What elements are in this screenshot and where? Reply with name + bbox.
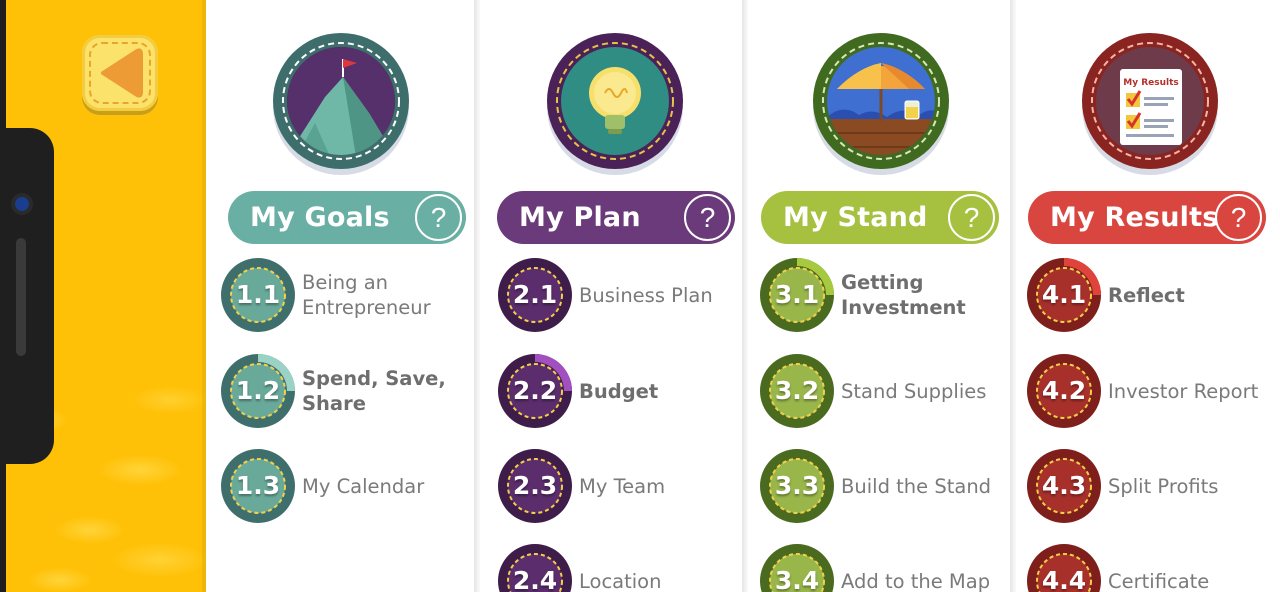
lesson-3-4[interactable]: 3.4 Add to the Map [759, 543, 1009, 592]
lesson-number: 4.4 [1041, 565, 1087, 592]
lesson-number: 4.3 [1041, 470, 1087, 500]
lesson-badge: 3.2 [759, 353, 835, 429]
lesson-badge: 4.4 [1026, 543, 1102, 592]
plan-title-pill: My Plan ? [497, 191, 735, 244]
lesson-label: My Team [579, 474, 666, 498]
lesson-number: 3.4 [774, 565, 820, 592]
lesson-badge: 1.3 [220, 448, 296, 524]
goals-badge[interactable] [273, 33, 409, 169]
lesson-label: Split Profits [1108, 474, 1219, 498]
lesson-number: 3.3 [774, 470, 820, 500]
device-speaker [16, 238, 26, 356]
lesson-number: 2.4 [512, 565, 558, 592]
section-title: My Stand [783, 202, 928, 233]
lesson-label: Stand Supplies [841, 379, 987, 403]
goals-title-pill: My Goals ? [228, 191, 466, 244]
lesson-1-3[interactable]: 1.3 My Calendar [220, 448, 470, 524]
lesson-label: My Calendar [302, 474, 425, 498]
results-badge-text: My Results [1123, 78, 1179, 88]
lesson-label: Location [579, 569, 662, 592]
lesson-badge: 2.4 [497, 543, 573, 592]
lesson-badge: 3.1 [759, 257, 835, 333]
lightbulb-icon [547, 33, 683, 169]
lesson-number: 2.1 [512, 279, 558, 309]
lesson-number: 1.2 [235, 375, 281, 405]
lesson-number: 2.2 [512, 375, 558, 405]
back-button[interactable] [82, 35, 158, 111]
lesson-number: 1.3 [235, 470, 281, 500]
lesson-4-3[interactable]: 4.3 Split Profits [1026, 448, 1276, 524]
lesson-label: Reflect [1108, 283, 1185, 307]
lesson-2-2[interactable]: 2.2 Budget [497, 353, 747, 429]
lesson-badge: 1.2 [220, 353, 296, 429]
lesson-4-1[interactable]: 4.1 Reflect [1026, 257, 1276, 333]
lesson-2-3[interactable]: 2.3 My Team [497, 448, 747, 524]
plan-help-button[interactable]: ? [684, 194, 731, 241]
lesson-number: 4.1 [1041, 279, 1087, 309]
lesson-badge: 2.3 [497, 448, 573, 524]
lesson-number: 2.3 [512, 470, 558, 500]
lesson-number: 1.1 [235, 279, 281, 309]
results-badge[interactable]: My Results [1082, 33, 1218, 169]
lesson-4-4[interactable]: 4.4 Certificate [1026, 543, 1276, 592]
lesson-badge: 2.1 [497, 257, 573, 333]
lesson-2-4[interactable]: 2.4 Location [497, 543, 747, 592]
lesson-label: Certificate [1108, 569, 1210, 592]
lesson-number: 3.2 [774, 375, 820, 405]
lesson-2-1[interactable]: 2.1 Business Plan [497, 257, 747, 333]
section-results: My Results My Results ? 4.1 Reflect 4.2 … [1016, 0, 1280, 592]
umbrella-stand-icon [813, 33, 949, 169]
lesson-label: Spend, Save, Share [302, 367, 446, 415]
lesson-3-1[interactable]: 3.1 Getting Investment [759, 257, 1009, 333]
results-help-button[interactable]: ? [1215, 194, 1262, 241]
lesson-1-2[interactable]: 1.2 Spend, Save, Share [220, 353, 470, 429]
lesson-label: Business Plan [579, 283, 713, 307]
section-plan: My Plan ? 2.1 Business Plan 2.2 Budget 2… [480, 0, 742, 592]
section-stand: My Stand ? 3.1 Getting Investment 3.2 St… [748, 0, 1010, 592]
lesson-label: Investor Report [1108, 379, 1259, 403]
device-notch [0, 128, 54, 464]
lesson-badge: 3.3 [759, 448, 835, 524]
lesson-label: Build the Stand [841, 474, 992, 498]
lesson-badge: 2.2 [497, 353, 573, 429]
section-title: My Goals [250, 202, 390, 233]
stand-title-pill: My Stand ? [761, 191, 999, 244]
lesson-badge: 3.4 [759, 543, 835, 592]
lesson-badge: 1.1 [220, 257, 296, 333]
stand-help-button[interactable]: ? [948, 194, 995, 241]
lesson-3-3[interactable]: 3.3 Build the Stand [759, 448, 1009, 524]
lesson-number: 3.1 [774, 279, 820, 309]
lesson-badge: 4.1 [1026, 257, 1102, 333]
section-title: My Results [1050, 202, 1219, 233]
section-goals: My Goals ? 1.1 Being an Entrepreneur 1.2… [206, 0, 474, 592]
stand-badge[interactable] [813, 33, 949, 169]
mountain-flag-icon [273, 33, 409, 169]
triangle-left-icon [101, 48, 143, 98]
results-checklist-icon: My Results [1082, 33, 1218, 169]
camera-icon [11, 193, 33, 215]
lesson-badge: 4.3 [1026, 448, 1102, 524]
section-title: My Plan [519, 202, 641, 233]
lesson-4-2[interactable]: 4.2 Investor Report [1026, 353, 1276, 429]
lesson-label: Getting Investment [841, 271, 966, 319]
lesson-3-2[interactable]: 3.2 Stand Supplies [759, 353, 1009, 429]
lesson-label: Add to the Map [841, 569, 991, 592]
results-title-pill: My Results ? [1028, 191, 1266, 244]
goals-help-button[interactable]: ? [415, 194, 462, 241]
lesson-label: Being an Entrepreneur [302, 271, 431, 319]
lesson-label: Budget [579, 379, 659, 403]
lesson-number: 4.2 [1041, 375, 1087, 405]
plan-badge[interactable] [547, 33, 683, 169]
lesson-badge: 4.2 [1026, 353, 1102, 429]
lesson-1-1[interactable]: 1.1 Being an Entrepreneur [220, 257, 470, 333]
